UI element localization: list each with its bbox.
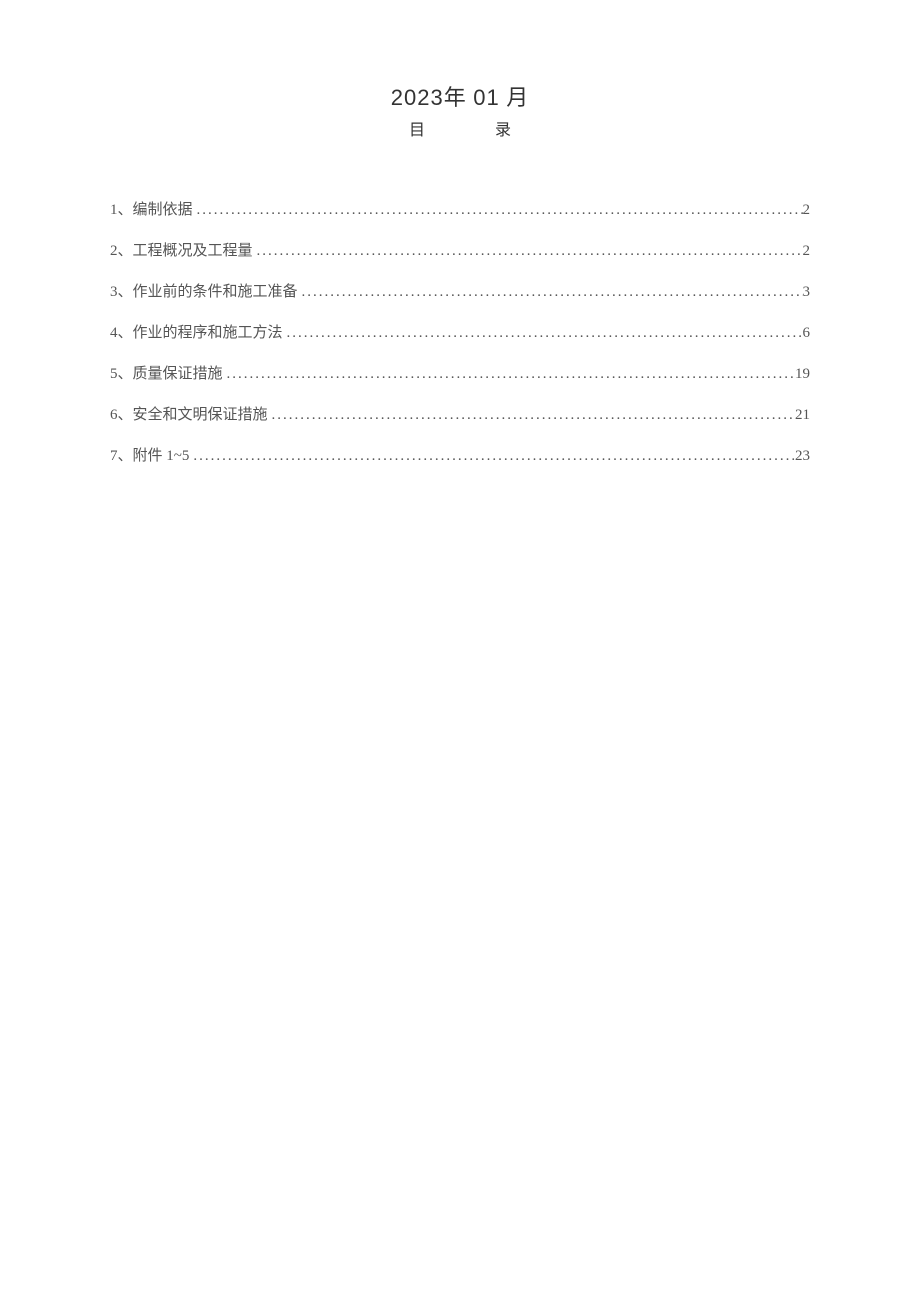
toc-dots (253, 241, 803, 262)
year-number: 2023 (391, 85, 444, 110)
toc-item[interactable]: 7、附件 1~5 23 (110, 446, 810, 467)
toc-dots (189, 446, 795, 467)
toc-item-label: 2、工程概况及工程量 (110, 241, 253, 262)
toc-dots (298, 282, 803, 303)
toc-item-label: 5、质量保证措施 (110, 364, 223, 385)
document-page: 2023年 01 月 目录 1、编制依据 2 2、工程概况及工程量 2 3、作业… (0, 0, 920, 467)
month-char: 月 (506, 85, 529, 110)
toc-item-page: 21 (795, 405, 810, 426)
toc-item-page: 3 (803, 282, 811, 303)
month-number: 01 (473, 85, 499, 110)
toc-dots (193, 200, 803, 221)
toc-item[interactable]: 2、工程概况及工程量 2 (110, 241, 810, 262)
toc-item[interactable]: 3、作业前的条件和施工准备 3 (110, 282, 810, 303)
year-char: 年 (444, 85, 467, 110)
toc-dots (268, 405, 795, 426)
toc-dots (223, 364, 795, 385)
toc-title: 目录 (110, 116, 810, 140)
toc-item[interactable]: 5、质量保证措施 19 (110, 364, 810, 385)
toc-title-mu: 目 (409, 122, 425, 139)
toc-item-label: 6、安全和文明保证措施 (110, 405, 268, 426)
toc-item-page: 23 (795, 446, 810, 467)
toc-dots (283, 323, 803, 344)
toc-item-label: 4、作业的程序和施工方法 (110, 323, 283, 344)
toc-item-label: 3、作业前的条件和施工准备 (110, 282, 298, 303)
toc-item-page: 2 (803, 241, 811, 262)
toc-item-page: 6 (803, 323, 811, 344)
date-header: 2023年 01 月 (110, 80, 810, 112)
toc-item-page: 2 (803, 200, 811, 221)
toc-title-lu: 录 (495, 122, 511, 139)
toc-list: 1、编制依据 2 2、工程概况及工程量 2 3、作业前的条件和施工准备 3 4、… (110, 200, 810, 467)
toc-item-label: 7、附件 1~5 (110, 446, 189, 467)
toc-item[interactable]: 1、编制依据 2 (110, 200, 810, 221)
toc-item-label: 1、编制依据 (110, 200, 193, 221)
toc-item-page: 19 (795, 364, 810, 385)
toc-item[interactable]: 4、作业的程序和施工方法 6 (110, 323, 810, 344)
toc-item[interactable]: 6、安全和文明保证措施 21 (110, 405, 810, 426)
